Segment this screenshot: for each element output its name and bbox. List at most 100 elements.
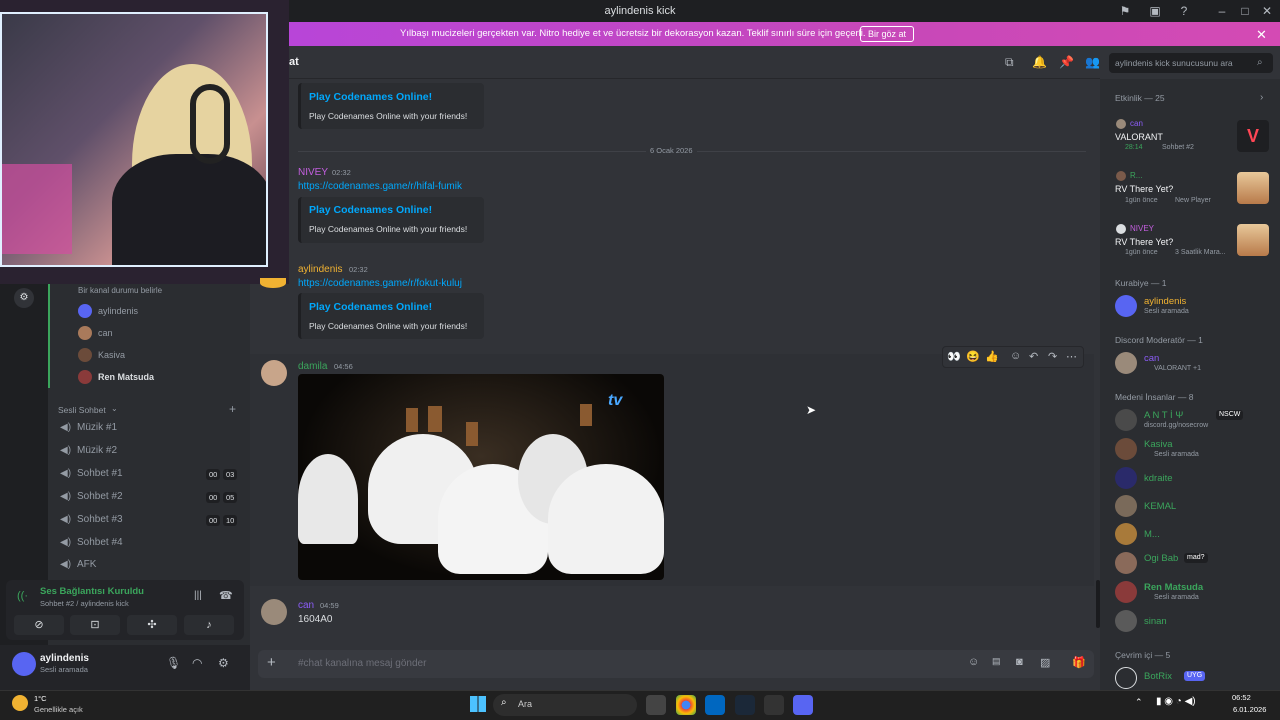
member-name[interactable]: can bbox=[1144, 353, 1159, 364]
banner-button[interactable]: Bir göz at bbox=[860, 26, 915, 42]
avatar[interactable] bbox=[1115, 495, 1137, 517]
valorant-icon[interactable]: V bbox=[1237, 120, 1269, 152]
banner-close-icon[interactable]: ✕ bbox=[1256, 27, 1267, 43]
avatar[interactable] bbox=[1115, 552, 1137, 574]
member-name[interactable]: M... bbox=[1144, 529, 1160, 540]
voice-location[interactable]: Sohbet #2 / aylindenis kick bbox=[40, 599, 129, 608]
category-label[interactable]: Sesli Sohbet bbox=[58, 405, 106, 415]
attach-icon[interactable]: + bbox=[267, 654, 276, 671]
avatar[interactable] bbox=[261, 360, 287, 386]
threads-icon[interactable]: ⧉ bbox=[1005, 55, 1014, 70]
reaction-eyes-icon[interactable]: 👀 bbox=[947, 350, 961, 363]
reaction-laugh-icon[interactable]: 😆 bbox=[966, 350, 980, 363]
forward-icon[interactable]: ↷ bbox=[1048, 350, 1057, 363]
activities-button[interactable]: ✣ bbox=[127, 615, 177, 635]
avatar[interactable] bbox=[261, 599, 287, 625]
noise-icon[interactable]: ||| bbox=[194, 590, 202, 601]
headset-icon[interactable]: ◠ bbox=[192, 656, 202, 670]
avatar[interactable] bbox=[1115, 409, 1137, 431]
message-author[interactable]: NIVEY bbox=[298, 167, 328, 178]
member-name[interactable]: sinan bbox=[1144, 616, 1167, 627]
game-icon[interactable] bbox=[1237, 224, 1269, 256]
pin-icon[interactable]: 📌 bbox=[1059, 55, 1074, 69]
reply-icon[interactable]: ↶ bbox=[1029, 350, 1038, 363]
screenshare-button[interactable]: ⊡ bbox=[70, 615, 120, 635]
maximize-icon[interactable]: □ bbox=[1237, 3, 1253, 19]
tray-chevron-icon[interactable]: ⌃ bbox=[1135, 697, 1143, 708]
more-icon[interactable]: ⋯ bbox=[1066, 350, 1077, 363]
message-input[interactable]: #chat kanalına mesaj gönder bbox=[298, 658, 426, 669]
message-author[interactable]: damila bbox=[298, 361, 327, 372]
chevron-down-icon[interactable]: ⌄ bbox=[111, 404, 118, 413]
member-name[interactable]: Ogi Bab bbox=[1144, 553, 1178, 564]
member-name[interactable]: Ren Matsuda bbox=[1144, 582, 1203, 593]
help-icon[interactable]: ? bbox=[1176, 3, 1192, 19]
taskbar-search[interactable] bbox=[493, 694, 637, 716]
image-icon[interactable]: ▨ bbox=[1040, 656, 1050, 669]
app-icon[interactable] bbox=[764, 695, 784, 715]
avatar[interactable] bbox=[1115, 523, 1137, 545]
activity-user[interactable]: NIVEY bbox=[1130, 224, 1154, 233]
activity-user[interactable]: R... bbox=[1130, 171, 1142, 180]
voice-channel[interactable]: Müzik #1 bbox=[77, 422, 117, 433]
search-input[interactable]: aylindenis kick sunucusunu ara bbox=[1109, 53, 1273, 73]
avatar[interactable] bbox=[1115, 667, 1137, 689]
embed-title[interactable]: Play Codenames Online! bbox=[309, 91, 432, 103]
sticker-icon[interactable]: ◙ bbox=[1016, 656, 1023, 668]
close-window-icon[interactable]: ✕ bbox=[1259, 3, 1275, 19]
windows-start-icon[interactable] bbox=[470, 696, 486, 712]
voice-channel[interactable]: Sohbet #2 bbox=[77, 491, 123, 502]
channel-status-hint[interactable]: Bir kanal durumu belirle bbox=[78, 286, 162, 295]
embed-title[interactable]: Play Codenames Online! bbox=[309, 301, 432, 313]
reaction-thumbs-icon[interactable]: 👍 bbox=[985, 350, 999, 363]
inbox-icon[interactable]: ⚑ bbox=[1117, 3, 1133, 19]
soundboard-button[interactable]: ♪ bbox=[184, 615, 234, 635]
voice-channel[interactable]: Sohbet #1 bbox=[77, 468, 123, 479]
taskview-icon[interactable] bbox=[646, 695, 666, 715]
avatar[interactable] bbox=[1115, 438, 1137, 460]
user-avatar[interactable] bbox=[12, 652, 36, 676]
activity-user[interactable]: can bbox=[1130, 119, 1143, 128]
game-icon[interactable] bbox=[1237, 172, 1269, 204]
weather-icon[interactable] bbox=[12, 695, 28, 711]
avatar[interactable] bbox=[1115, 581, 1137, 603]
mic-icon[interactable]: 🎙 bbox=[166, 656, 181, 670]
member-name[interactable]: KEMAL bbox=[1144, 501, 1176, 512]
gift-icon[interactable]: 🎁 bbox=[1072, 656, 1086, 669]
member-name[interactable]: A N T İ Ψ bbox=[1144, 410, 1183, 421]
avatar[interactable] bbox=[1115, 295, 1137, 317]
member-name[interactable]: kdraite bbox=[1144, 473, 1173, 484]
emoji-icon[interactable]: ☺ bbox=[968, 656, 979, 668]
voice-channel[interactable]: Sohbet #4 bbox=[77, 537, 123, 548]
minimize-icon[interactable]: – bbox=[1214, 3, 1230, 19]
voice-user[interactable]: Kasiva bbox=[98, 350, 125, 360]
message-author[interactable]: can bbox=[298, 600, 314, 611]
disconnect-icon[interactable]: ☎ bbox=[219, 589, 233, 602]
member-name[interactable]: Kasiva bbox=[1144, 439, 1173, 450]
message-link[interactable]: https://codenames.game/r/hifal-fumik bbox=[298, 181, 462, 192]
member-name[interactable]: aylindenis bbox=[1144, 296, 1186, 307]
avatar[interactable] bbox=[1115, 352, 1137, 374]
chrome-icon[interactable] bbox=[676, 695, 696, 715]
tray-icons[interactable]: ▮ ◉ ◔ ◀) bbox=[1156, 696, 1196, 707]
bell-icon[interactable]: 🔔 bbox=[1032, 55, 1047, 69]
gif-icon[interactable]: ▤ bbox=[992, 656, 1001, 667]
voice-channel[interactable]: Sohbet #3 bbox=[77, 514, 123, 525]
store-icon[interactable] bbox=[705, 695, 725, 715]
screen-icon[interactable]: ▣ bbox=[1147, 3, 1163, 19]
avatar[interactable] bbox=[1115, 467, 1137, 489]
embed-title[interactable]: Play Codenames Online! bbox=[309, 204, 432, 216]
add-reaction-icon[interactable]: ☺ bbox=[1010, 350, 1021, 362]
add-channel-icon[interactable]: + bbox=[229, 402, 236, 416]
message-link[interactable]: https://codenames.game/r/fokut-kuluj bbox=[298, 278, 462, 289]
settings-icon[interactable]: ⚙ bbox=[218, 656, 229, 670]
voice-user[interactable]: Ren Matsuda bbox=[98, 372, 154, 382]
chevron-right-icon[interactable]: › bbox=[1260, 92, 1263, 103]
steam-icon[interactable] bbox=[735, 695, 755, 715]
discord-icon[interactable] bbox=[793, 695, 813, 715]
avatar[interactable] bbox=[1115, 610, 1137, 632]
camera-button[interactable]: ⊘ bbox=[14, 615, 64, 635]
members-icon[interactable]: 👥 bbox=[1085, 55, 1100, 69]
image-attachment[interactable]: tv bbox=[298, 374, 664, 580]
server-icon[interactable]: ⚙ bbox=[14, 288, 34, 308]
